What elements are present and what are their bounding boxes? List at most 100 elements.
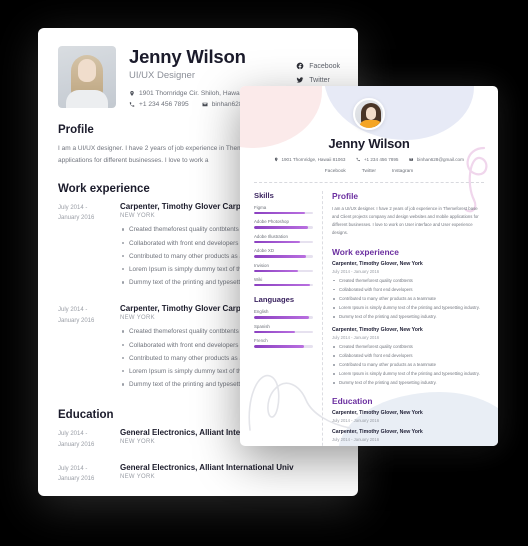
social-label-facebook: Facebook — [309, 62, 340, 70]
skill-item: Adobe XD — [254, 248, 313, 258]
email-item: binhan628@gmail.com — [409, 157, 464, 162]
page-title: Jenny Wilson — [129, 46, 246, 67]
work-bullets: Created themeforest quality contbtents C… — [333, 344, 484, 387]
social-link-facebook[interactable]: Facebook — [296, 62, 340, 70]
skill-progress-bar — [254, 240, 313, 244]
skill-item: Adobe Photoshop — [254, 219, 313, 229]
work-entry: Carpenter, Timothy Glover, New York July… — [332, 327, 484, 387]
education-title: Carpenter, Timothy Glover, New York — [332, 428, 423, 435]
work-dates: July 2014 - January 2016 — [58, 205, 95, 222]
list-item: Dummy text of the printing and typesetti… — [333, 380, 484, 387]
work-dates: July 2014 - January 2016 — [58, 307, 95, 324]
avatar — [353, 98, 385, 130]
location-pin-icon — [274, 157, 278, 162]
contact-block: 1901 Thornridge, Hawaii 81063 +1 234 456… — [254, 157, 484, 162]
skill-progress-bar — [254, 212, 313, 215]
work-dates: July 2014 - January 2016 — [332, 334, 380, 340]
language-label: Spanish — [254, 323, 270, 329]
work-bullets: Created themeforest quality contbtents C… — [333, 278, 484, 321]
envelope-icon — [202, 101, 208, 108]
phone-icon — [129, 101, 135, 108]
education-dates: July 2014 - January 2016 — [332, 436, 380, 442]
social-link-twitter[interactable]: Twitter — [362, 169, 376, 174]
social-link-facebook[interactable]: Facebook — [325, 169, 346, 174]
education-dates: July 2014 - January 2016 — [58, 431, 95, 448]
phone-icon — [356, 157, 361, 162]
education-entry: Carpenter, Timothy Glover, New York July… — [332, 410, 484, 423]
phone-item: +1 234 456 7895 — [356, 157, 398, 162]
education-title: General Electronics, Alliant Internation… — [120, 462, 294, 472]
address-item: 1901 Thornridge, Hawaii 81063 — [274, 157, 345, 162]
facebook-icon — [296, 62, 304, 70]
vertical-divider — [322, 191, 323, 446]
front-sidebar: Skills Figma Adobe Photoshop Adobe Illus… — [254, 191, 322, 446]
list-item: Created themeforest quality contbtents — [333, 278, 484, 285]
envelope-icon — [409, 157, 414, 162]
social-link-twitter[interactable]: Twitter — [296, 76, 340, 84]
language-item: Spanish — [254, 323, 313, 334]
language-label: French — [254, 338, 268, 344]
skill-label: Wiki — [254, 276, 263, 282]
section-title-work: Work experience — [332, 246, 399, 257]
divider — [254, 182, 484, 183]
list-item: Collaborated with front end developers — [333, 287, 484, 294]
skill-progress-bar — [254, 255, 313, 258]
list-item: Lorem Ipsum is simply dummy text of the … — [333, 305, 484, 312]
twitter-icon — [296, 76, 304, 84]
education-dates: July 2014 - January 2016 — [332, 417, 380, 423]
phone-item: +1 234 456 7895 — [129, 101, 189, 108]
education-dates: July 2014 - January 2016 — [58, 465, 95, 482]
list-item: Contributed to many other products as a … — [333, 296, 484, 303]
education-entry: July 2014 - January 2016 General Electro… — [58, 463, 338, 484]
screenshot-stage: Jenny Wilson UI/UX Designer 1901 Thornri… — [0, 0, 528, 546]
education-entry: Carpenter, Timothy Glover, New York July… — [332, 429, 484, 442]
skill-label: Figma — [254, 205, 267, 210]
work-dates: July 2014 - January 2016 — [332, 268, 380, 274]
skill-label: Adobe Photoshop — [254, 219, 289, 225]
skill-label: Invision — [254, 262, 269, 268]
skill-progress-bar — [254, 283, 313, 287]
social-links: Facebook Twitter Instagram — [254, 169, 484, 174]
work-title: Carpenter, Timothy Glover, New York — [332, 260, 423, 267]
skill-label: Adobe Illustration — [254, 233, 288, 239]
list-item: Contributed to many other products as a … — [333, 362, 484, 369]
education-title: Carpenter, Timothy Glover, New York — [332, 409, 423, 416]
language-item: French — [254, 338, 313, 348]
list-item: Lorem Ipsum is simply dummy text of the … — [333, 371, 484, 378]
language-progress-bar — [254, 345, 313, 348]
skill-item: Adobe Illustration — [254, 233, 313, 244]
front-main: Profile I am a UI/UX designer. I have 2 … — [332, 191, 484, 446]
location-pin-icon — [129, 90, 135, 97]
address-text: 1901 Thornridge, Hawaii 81063 — [281, 157, 346, 162]
language-progress-bar — [254, 330, 313, 334]
email-text: binhan628@gmail.com — [416, 157, 464, 162]
section-title-education: Education — [332, 395, 373, 406]
social-label-twitter: Twitter — [309, 76, 330, 84]
social-link-instagram[interactable]: Instagram — [392, 169, 413, 174]
phone-text: +1 234 456 7895 — [139, 101, 189, 109]
skill-item: Invision — [254, 263, 313, 272]
skill-progress-bar — [254, 226, 313, 229]
list-item: Created themeforest quality contbtents — [333, 344, 484, 351]
profile-text: I am a UI/UX designer. I have 2 years of… — [332, 206, 479, 236]
skill-label: Adobe XD — [254, 248, 275, 254]
list-item: Collaborated with front end developers — [333, 353, 484, 360]
language-progress-bar — [254, 316, 313, 319]
language-label: English — [254, 309, 269, 315]
skill-progress-bar — [254, 269, 313, 272]
skill-item: Wiki — [254, 276, 313, 287]
education-location: NEW YORK — [120, 473, 155, 480]
work-title: Carpenter, Timothy Glover, New York — [332, 326, 423, 333]
language-item: English — [254, 309, 313, 319]
section-title-languages: Languages — [254, 295, 295, 305]
skill-item: Figma — [254, 205, 313, 215]
resume-card-front[interactable]: Jenny Wilson 1901 Thornridge, Hawaii 810… — [240, 86, 498, 446]
avatar — [58, 46, 116, 108]
section-title-profile: Profile — [332, 191, 359, 201]
page-title: Jenny Wilson — [328, 136, 410, 151]
job-role: UI/UX Designer — [129, 70, 195, 82]
phone-text: +1 234 456 7895 — [363, 157, 399, 162]
work-entry: Carpenter, Timothy Glover, New York July… — [332, 261, 484, 321]
list-item: Dummy text of the printing and typesetti… — [333, 314, 484, 321]
section-title-skills: Skills — [254, 191, 274, 200]
